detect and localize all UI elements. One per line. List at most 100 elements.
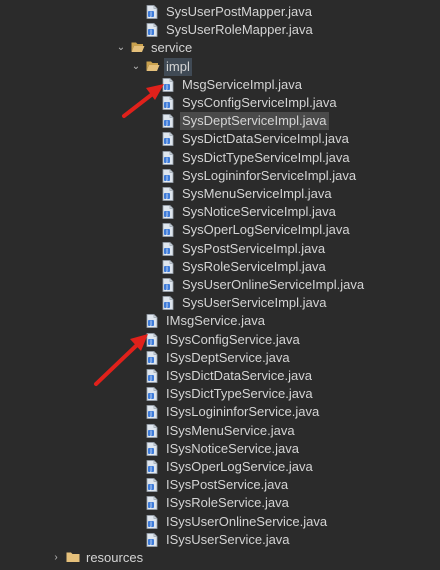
svg-text:J: J — [149, 539, 152, 546]
java-file-icon: J — [146, 21, 160, 39]
svg-text:J: J — [165, 229, 168, 236]
tree-item-label: ISysLogininforService.java — [166, 404, 320, 420]
tree-item-label: MsgServiceImpl.java — [182, 76, 302, 92]
tree-item-label: resources — [86, 550, 144, 565]
tree-item-file[interactable]: J ISysMenuService.java — [146, 422, 297, 440]
tree-item-service-folder[interactable]: ⌄ service — [117, 39, 194, 57]
tree-item-label: ISysNoticeService.java — [166, 440, 299, 456]
java-file-icon: J — [162, 167, 176, 185]
svg-text:J: J — [149, 29, 152, 36]
tree-item-file[interactable]: J ISysDeptService.java — [146, 349, 292, 367]
svg-text:J: J — [149, 339, 152, 346]
svg-text:J: J — [149, 466, 152, 473]
tree-item-file[interactable]: J SysOperLogServiceImpl.java — [162, 221, 352, 239]
java-file-icon: J — [162, 294, 176, 312]
folder-closed-icon — [66, 549, 80, 567]
tree-item-label: SysUserPostMapper.java — [166, 4, 312, 19]
tree-item-file[interactable]: J MsgServiceImpl.java — [162, 76, 304, 94]
java-file-icon: J — [162, 76, 176, 94]
tree-item-label: SysLogininforServiceImpl.java — [182, 167, 357, 183]
tree-item-file[interactable]: J ISysNoticeService.java — [146, 440, 301, 458]
svg-text:J: J — [165, 84, 168, 91]
tree-item-file[interactable]: J SysDictDataServiceImpl.java — [162, 130, 351, 148]
svg-text:J: J — [165, 157, 168, 164]
tree-item-resources-folder[interactable]: › resources — [54, 549, 145, 567]
tree-item-file[interactable]: J SysDictTypeServiceImpl.java — [162, 149, 352, 167]
tree-item-label: ISysDictTypeService.java — [166, 386, 313, 402]
java-file-icon: J — [162, 185, 176, 203]
svg-text:J: J — [149, 357, 152, 364]
tree-item-label: ISysMenuService.java — [166, 422, 295, 438]
tree-item-label: SysDeptServiceImpl.java — [180, 112, 329, 131]
folder-open-icon — [131, 39, 145, 57]
tree-item-label: SysDictTypeServiceImpl.java — [182, 149, 350, 165]
tree-item-label: ISysConfigService.java — [166, 331, 300, 347]
tree-item-label: ISysDeptService.java — [166, 349, 290, 365]
tree-item-file[interactable]: J SysNoticeServiceImpl.java — [162, 203, 338, 221]
tree-item-file[interactable]: J ISysUserOnlineService.java — [146, 513, 329, 531]
tree-item-label: ISysOperLogService.java — [166, 459, 313, 474]
tree-item-file[interactable]: J SysMenuServiceImpl.java — [162, 185, 334, 203]
tree-item-file[interactable]: J SysConfigServiceImpl.java — [162, 94, 339, 112]
svg-text:J: J — [165, 248, 168, 255]
svg-text:J: J — [149, 502, 152, 509]
svg-text:J: J — [165, 120, 168, 127]
java-file-icon: J — [162, 94, 176, 112]
tree-item-label: SysUserOnlineServiceImpl.java — [182, 277, 365, 292]
tree-item-file[interactable]: J SysLogininforServiceImpl.java — [162, 167, 358, 185]
tree-item-file[interactable]: J ISysDictDataService.java — [146, 367, 314, 385]
tree-item-label: SysDictDataServiceImpl.java — [182, 131, 349, 147]
tree-item-file[interactable]: J ISysDictTypeService.java — [146, 385, 315, 403]
tree-item-file[interactable]: J IMsgService.java — [146, 312, 267, 330]
java-file-icon: J — [146, 531, 160, 549]
tree-item-file[interactable]: J ISysOperLogService.java — [146, 458, 315, 476]
tree-item-file[interactable]: J SysRoleServiceImpl.java — [162, 258, 328, 276]
tree-item-label: SysNoticeServiceImpl.java — [182, 204, 336, 220]
tree-item-file[interactable]: J SysUserOnlineServiceImpl.java — [162, 276, 366, 294]
tree-item-file[interactable]: J SysUserPostMapper.java — [146, 3, 314, 21]
java-file-icon: J — [162, 240, 176, 258]
svg-text:J: J — [165, 193, 168, 200]
java-file-icon: J — [162, 149, 176, 167]
svg-text:J: J — [149, 484, 152, 491]
svg-text:J: J — [165, 302, 168, 309]
folder-open-icon — [146, 58, 160, 76]
java-file-icon: J — [146, 440, 160, 458]
java-file-icon: J — [162, 221, 176, 239]
java-file-icon: J — [162, 130, 176, 148]
tree-item-label: SysUserRoleMapper.java — [166, 22, 313, 38]
tree-item-label: SysOperLogServiceImpl.java — [182, 222, 350, 238]
tree-item-file[interactable]: J SysPostServiceImpl.java — [162, 240, 327, 258]
tree-item-label: ISysDictDataService.java — [166, 368, 312, 383]
svg-text:J: J — [165, 266, 168, 273]
java-file-icon: J — [146, 476, 160, 494]
svg-text:J: J — [149, 11, 152, 18]
tree-item-file[interactable]: J ISysConfigService.java — [146, 331, 302, 349]
tree-item-label: ISysUserService.java — [166, 531, 290, 547]
svg-text:J: J — [165, 211, 168, 218]
chevron-down-icon[interactable]: ⌄ — [116, 39, 126, 57]
tree-item-file[interactable]: J SysDeptServiceImpl.java — [162, 112, 329, 131]
java-file-icon: J — [146, 403, 160, 421]
svg-text:J: J — [149, 430, 152, 437]
java-file-icon: J — [146, 513, 160, 531]
tree-item-file[interactable]: J SysUserRoleMapper.java — [146, 21, 315, 39]
tree-item-impl-folder[interactable]: ⌄ impl — [132, 57, 192, 76]
tree-item-label: ISysPostService.java — [166, 477, 289, 493]
chevron-right-icon[interactable]: › — [51, 549, 61, 567]
svg-text:J: J — [165, 284, 168, 291]
svg-text:J: J — [149, 320, 152, 327]
tree-item-label: SysConfigServiceImpl.java — [182, 95, 337, 110]
java-file-icon: J — [146, 331, 160, 349]
tree-item-file[interactable]: J SysUserServiceImpl.java — [162, 294, 329, 312]
svg-text:J: J — [149, 448, 152, 455]
svg-text:J: J — [149, 393, 152, 400]
tree-item-file[interactable]: J ISysUserService.java — [146, 531, 292, 549]
tree-item-file[interactable]: J ISysRoleService.java — [146, 494, 291, 512]
project-explorer-tree: J SysUserPostMapper.java J SysUserRoleMappe… — [0, 0, 440, 570]
tree-item-file[interactable]: J ISysLogininforService.java — [146, 403, 321, 421]
chevron-down-icon[interactable]: ⌄ — [131, 58, 141, 76]
tree-item-file[interactable]: J ISysPostService.java — [146, 476, 290, 494]
java-file-icon: J — [162, 258, 176, 276]
java-file-icon: J — [162, 112, 176, 130]
